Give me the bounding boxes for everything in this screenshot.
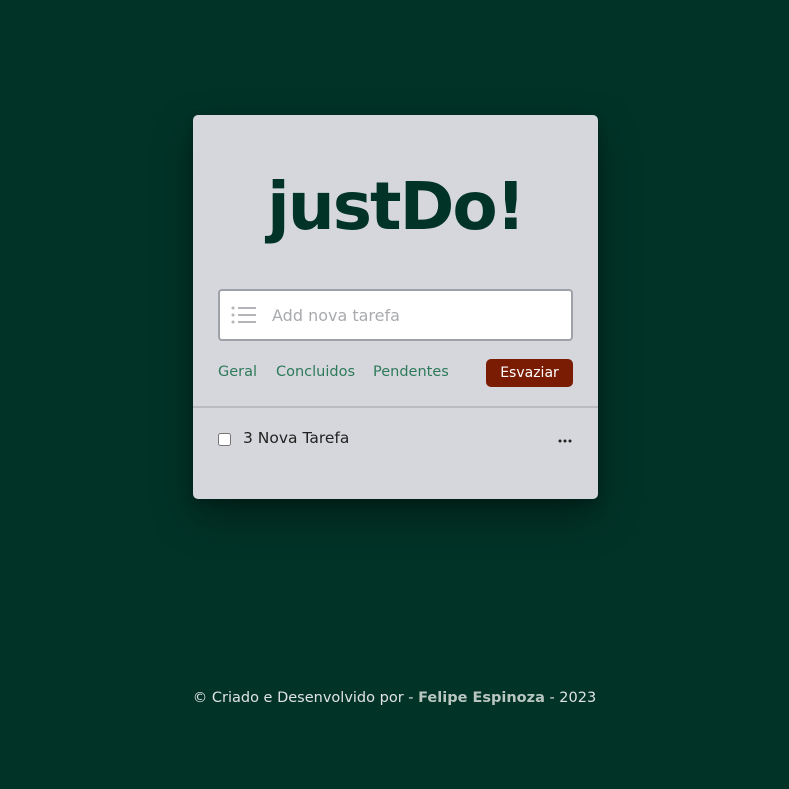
footer-prefix: © Criado e Desenvolvido por - — [192, 690, 419, 706]
app-logo: justDo! — [267, 168, 526, 245]
task-item: 3 Nova Tarefa — [218, 427, 573, 451]
more-horizontal-icon[interactable] — [557, 431, 573, 443]
filter-completed-link[interactable]: Concluidos — [276, 364, 355, 380]
task-input-container[interactable] — [218, 289, 573, 341]
list-icon — [231, 306, 257, 324]
filter-all-link[interactable]: Geral — [218, 364, 257, 380]
todo-card: justDo! Geral Concluidos Pendentes Esvaz… — [193, 115, 598, 499]
task-label: 3 Nova Tarefa — [243, 429, 350, 447]
footer-suffix: - 2023 — [544, 690, 597, 706]
footer-credit: © Criado e Desenvolvido por - Felipe Esp… — [0, 690, 789, 706]
clear-all-button[interactable]: Esvaziar — [486, 359, 573, 387]
new-task-input[interactable] — [272, 291, 562, 339]
divider — [193, 406, 598, 408]
task-checkbox[interactable] — [218, 433, 231, 446]
footer-author: Felipe Espinoza — [418, 690, 545, 706]
filter-pending-link[interactable]: Pendentes — [373, 364, 449, 380]
